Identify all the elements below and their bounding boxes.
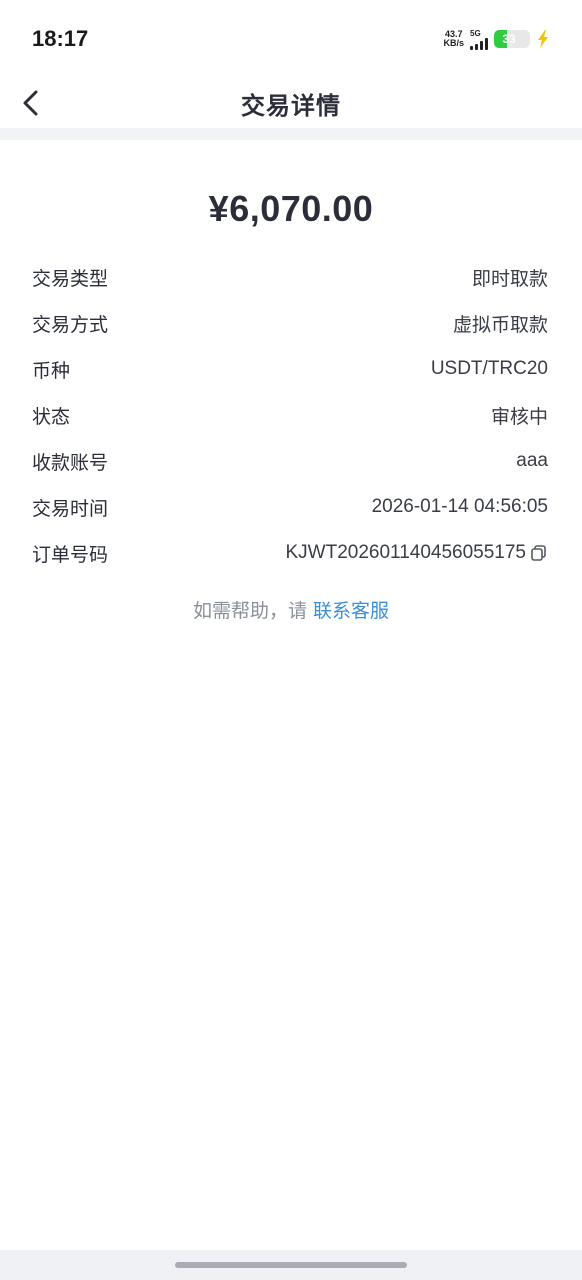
network-speed: 43.7 KB/s (443, 30, 464, 48)
detail-row-order-number: 订单号码 KJWT202601140456055175 (32, 530, 548, 576)
status-bar: 18:17 43.7 KB/s 5G 33 (0, 0, 582, 78)
detail-list: 交易类型 即时取款 交易方式 虚拟币取款 币种 USDT/TRC20 状态 审核… (32, 254, 548, 576)
back-button-chevron-left-icon[interactable] (18, 88, 46, 118)
order-number-value: KJWT202601140456055175 (285, 542, 548, 564)
status-time: 18:17 (32, 26, 89, 51)
detail-value: USDT/TRC20 (430, 358, 548, 379)
detail-value: 审核中 (490, 406, 548, 428)
charging-bolt-icon (538, 30, 548, 48)
detail-value: 虚拟币取款 (452, 314, 548, 336)
contact-support-link[interactable]: 联系客服 (313, 600, 389, 622)
detail-row-transaction-method: 交易方式 虚拟币取款 (32, 300, 548, 346)
detail-row-transaction-time: 交易时间 2026-01-14 04:56:05 (32, 484, 548, 530)
signal-icon: 5G (470, 29, 488, 50)
detail-label: 币种 (32, 359, 71, 382)
detail-value: 2026-01-14 04:56:05 (371, 496, 548, 517)
detail-row-receiving-account: 收款账号 aaa (32, 438, 548, 484)
status-icons: 43.7 KB/s 5G 33 (443, 29, 550, 50)
network-speed-unit: KB/s (443, 38, 464, 48)
network-type: 5G (470, 28, 481, 38)
page-title: 交易详情 (241, 91, 341, 120)
detail-label: 交易时间 (32, 497, 109, 520)
header-divider (0, 128, 582, 140)
help-text: 如需帮助，请 (192, 600, 307, 622)
detail-row-transaction-type: 交易类型 即时取款 (32, 254, 548, 300)
battery-level: 33 (502, 32, 516, 46)
detail-value: 即时取款 (471, 268, 548, 290)
detail-label: 状态 (32, 405, 71, 428)
help-prompt: 如需帮助，请 联系客服 (0, 596, 582, 623)
detail-row-currency: 币种 USDT/TRC20 (32, 346, 548, 392)
detail-label: 收款账号 (32, 451, 109, 474)
battery-icon: 33 (494, 30, 530, 48)
detail-row-status: 状态 审核中 (32, 392, 548, 438)
detail-label: 交易方式 (32, 313, 109, 336)
nav-bar: 交易详情 (0, 78, 582, 128)
transaction-amount: ¥6,070.00 (208, 188, 374, 229)
bottom-bar (0, 1250, 582, 1280)
order-number-text: KJWT202601140456055175 (285, 542, 526, 563)
copy-icon[interactable] (530, 544, 548, 562)
detail-label: 交易类型 (32, 267, 109, 290)
home-indicator[interactable] (175, 1262, 407, 1268)
detail-value: aaa (516, 450, 548, 471)
detail-label: 订单号码 (32, 543, 109, 566)
